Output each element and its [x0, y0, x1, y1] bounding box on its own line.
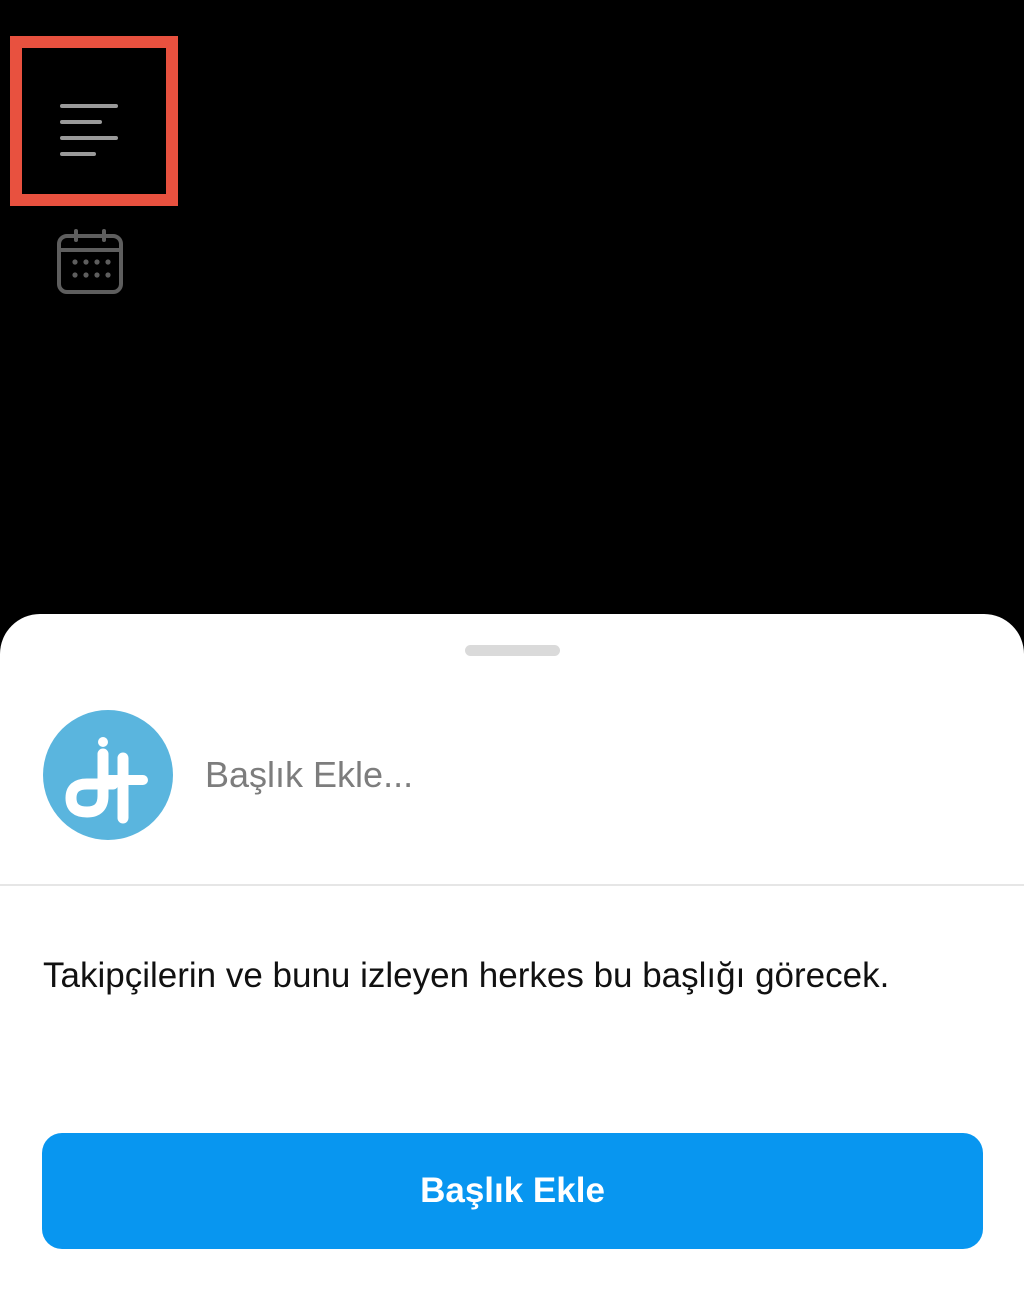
add-title-button[interactable]: Başlık Ekle [42, 1133, 983, 1249]
text-align-left-icon[interactable] [58, 100, 122, 160]
divider [0, 884, 1024, 886]
visibility-info-text: Takipçilerin ve bunu izleyen herkes bu b… [43, 956, 890, 995]
calendar-icon[interactable] [56, 228, 124, 296]
profile-logo-icon [43, 710, 173, 840]
sheet-grabber-handle[interactable] [465, 645, 560, 656]
add-title-bottom-sheet: Takipçilerin ve bunu izleyen herkes bu b… [0, 614, 1024, 1308]
title-input[interactable] [205, 745, 965, 805]
